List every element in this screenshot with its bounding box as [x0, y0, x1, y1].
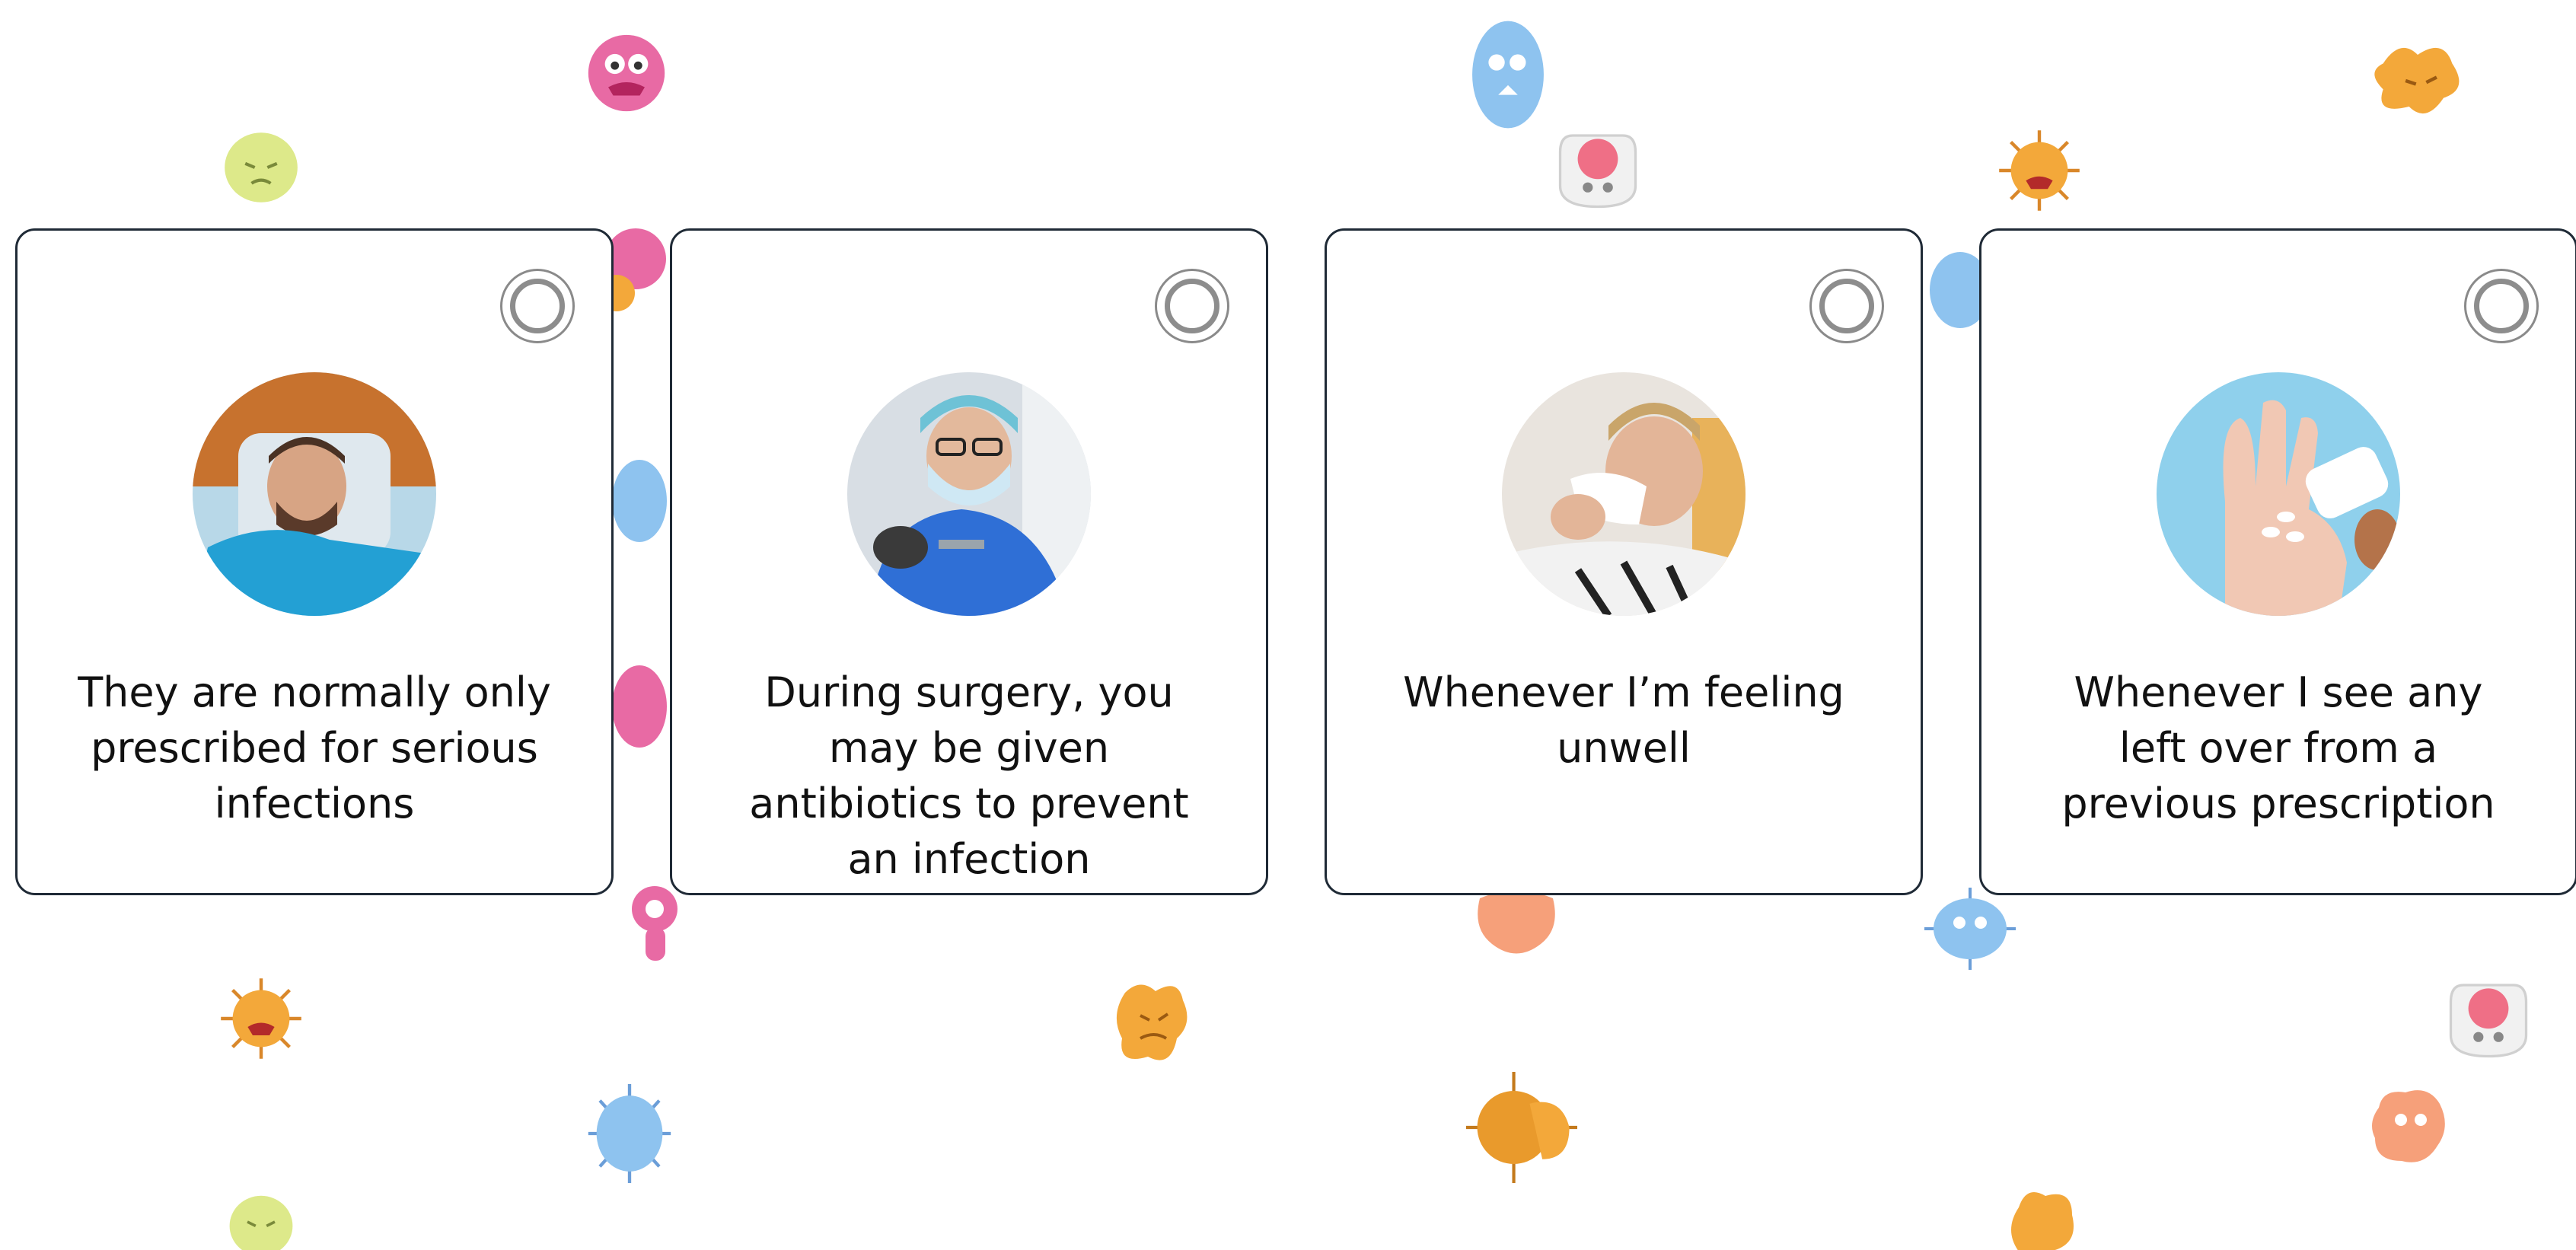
card-image: [1502, 372, 1745, 616]
germ-icon: [2447, 976, 2530, 1061]
answer-text-1: They are normally only prescribed for se…: [78, 668, 551, 827]
germ-icon: [1110, 976, 1194, 1070]
germ-icon: [219, 1188, 303, 1250]
germ-icon: [2004, 1185, 2080, 1250]
answer-text-3: Whenever I’m feeling unwell: [1403, 668, 1844, 772]
answer-radio-4[interactable]: [2464, 269, 2539, 343]
answer-card-4[interactable]: Whenever I see any left over from a prev…: [1979, 228, 2576, 895]
germ-icon: [1556, 126, 1640, 212]
germ-icon: [2367, 1084, 2451, 1169]
card-image: [2157, 372, 2400, 616]
germ-icon: [609, 455, 670, 547]
germ-icon: [1466, 1072, 1577, 1183]
card-image: [193, 372, 436, 616]
germ-icon: [585, 27, 668, 119]
germ-icon: [2366, 35, 2469, 126]
germ-icon: [588, 1084, 671, 1183]
germ-icon: [609, 661, 670, 752]
answer-radio-3[interactable]: [1809, 269, 1884, 343]
germ-icon: [1472, 891, 1561, 959]
germ-icon: [1466, 14, 1550, 136]
answer-card-3[interactable]: Whenever I’m feeling unwell: [1325, 228, 1923, 895]
germ-icon: [219, 128, 303, 207]
germ-icon: [219, 976, 303, 1061]
germ-icon: [624, 883, 685, 967]
quiz-stage: They are normally only prescribed for se…: [0, 0, 2576, 1250]
germ-icon: [1997, 126, 2081, 215]
answer-text-2: During surgery, you may be given antibio…: [749, 668, 1189, 883]
card-image: [847, 372, 1091, 616]
answer-card-2[interactable]: During surgery, you may be given antibio…: [670, 228, 1268, 895]
answer-radio-2[interactable]: [1155, 269, 1229, 343]
answer-radio-1[interactable]: [500, 269, 575, 343]
answer-card-1[interactable]: They are normally only prescribed for se…: [15, 228, 614, 895]
germ-icon: [1924, 888, 2016, 970]
answer-text-4: Whenever I see any left over from a prev…: [2061, 668, 2495, 827]
